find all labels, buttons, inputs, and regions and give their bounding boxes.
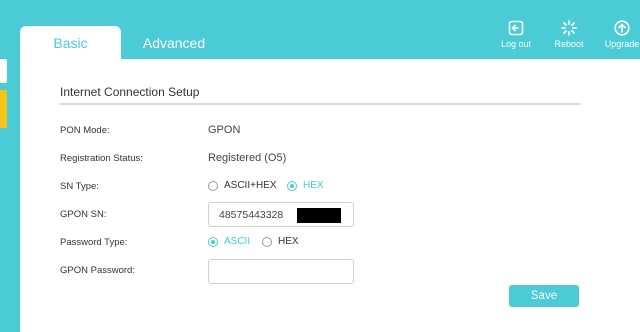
upgrade-label: Upgrade bbox=[604, 39, 640, 49]
gpon-password-input[interactable] bbox=[208, 259, 354, 284]
save-button[interactable]: Save bbox=[509, 285, 579, 307]
radio-circle bbox=[208, 236, 218, 247]
gpon-sn-input[interactable]: 48575443328 bbox=[208, 202, 354, 227]
sn-type-hex-radio[interactable]: HEX bbox=[287, 180, 324, 191]
radio-label: HEX bbox=[278, 236, 299, 247]
tab-advanced[interactable]: Advanced bbox=[124, 26, 224, 60]
logout-icon bbox=[508, 20, 524, 36]
password-type-ascii-radio[interactable]: ASCII bbox=[208, 236, 250, 247]
gpon-sn-value: 48575443328 bbox=[219, 208, 284, 221]
reboot-label: Reboot bbox=[554, 39, 584, 49]
sidebar-active-marker bbox=[0, 90, 7, 128]
section-title: Internet Connection Setup bbox=[60, 85, 200, 99]
sn-type-ascii-hex-radio[interactable]: ASCII+HEX bbox=[208, 180, 277, 191]
pon-mode-value: GPON bbox=[208, 124, 241, 136]
radio-label: HEX bbox=[303, 180, 324, 191]
gpon-password-label: GPON Password: bbox=[60, 265, 135, 276]
radio-circle bbox=[287, 180, 297, 191]
password-type-label: Password Type: bbox=[60, 237, 128, 248]
pon-mode-label: PON Mode: bbox=[60, 125, 110, 136]
upgrade-icon bbox=[614, 20, 630, 36]
radio-label: ASCII+HEX bbox=[224, 180, 277, 191]
registration-status-label: Registration Status: bbox=[60, 153, 143, 164]
password-type-hex-radio[interactable]: HEX bbox=[262, 236, 299, 247]
tab-basic[interactable]: Basic bbox=[20, 26, 121, 60]
redaction-block bbox=[297, 208, 341, 223]
registration-status-value: Registered (O5) bbox=[208, 152, 287, 164]
radio-circle bbox=[262, 236, 272, 247]
logout-label: Log out bbox=[500, 39, 532, 49]
section-divider bbox=[60, 103, 580, 105]
logout-button[interactable]: Log out bbox=[492, 20, 540, 49]
radio-circle bbox=[208, 180, 218, 191]
content-panel: Internet Connection Setup PON Mode: GPON… bbox=[20, 59, 640, 332]
radio-label: ASCII bbox=[224, 236, 251, 247]
upgrade-button[interactable]: Upgrade bbox=[598, 20, 640, 49]
sidebar-collapse-handle[interactable] bbox=[0, 59, 7, 83]
gpon-sn-label: GPON SN: bbox=[60, 209, 107, 220]
reboot-icon bbox=[561, 20, 577, 36]
sn-type-label: SN Type: bbox=[60, 181, 99, 192]
reboot-button[interactable]: Reboot bbox=[545, 20, 593, 49]
